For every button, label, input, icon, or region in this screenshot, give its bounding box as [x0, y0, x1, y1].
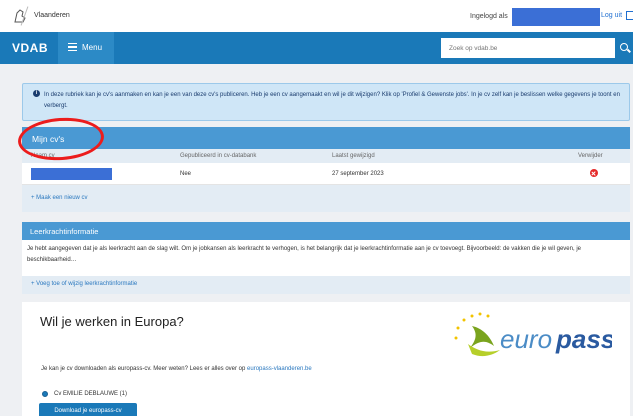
- published-value: Nee: [180, 171, 192, 177]
- cv-radio-button[interactable]: [42, 391, 48, 397]
- teacher-info-text: Je hebt aangegeven dat je als leerkracht…: [27, 246, 581, 263]
- modified-date: 27 september 2023: [332, 171, 384, 177]
- menu-button[interactable]: Menu: [58, 32, 114, 64]
- vdab-logo[interactable]: VDAB: [12, 41, 48, 55]
- edit-teacher-info-link[interactable]: + Voeg toe of wijzig leerkrachtinformati…: [31, 281, 137, 287]
- europass-logo: euro pass: [454, 312, 612, 357]
- delete-icon[interactable]: [590, 169, 598, 177]
- info-text: In deze rubriek kan je cv's aanmaken en …: [44, 92, 620, 109]
- info-box: i In deze rubriek kan je cv's aanmaken e…: [22, 83, 630, 121]
- search-icon[interactable]: [617, 38, 633, 58]
- table-row: Nee 27 september 2023: [22, 163, 630, 185]
- column-header-delete: Verwijder: [578, 153, 603, 159]
- my-cvs-panel: Mijn cv's Naam cv Gepubliceerd in cv-dat…: [22, 127, 630, 212]
- new-cv-link[interactable]: + Maak een nieuw cv: [31, 195, 88, 201]
- redacted-cv-name-link[interactable]: [31, 168, 112, 180]
- my-cvs-footer: + Maak een nieuw cv: [22, 185, 630, 212]
- teacher-info-footer: + Voeg toe of wijzig leerkrachtinformati…: [22, 276, 630, 294]
- cv-radio-label[interactable]: Cv EMILIE DEBLAUWE (1): [54, 391, 127, 397]
- logout-link[interactable]: Log uit: [601, 12, 622, 19]
- column-header-published: Gepubliceerd in cv-databank: [180, 153, 257, 159]
- download-europass-button[interactable]: Download je europass-cv: [39, 403, 137, 416]
- top-bar: Vlaanderen Ingelogd als Log uit: [0, 0, 633, 32]
- europass-star-icon: [454, 312, 500, 357]
- europass-text: Je kan je cv downloaden als europass-cv.…: [41, 366, 312, 372]
- teacher-info-panel: Leerkrachtinformatie Je hebt aangegeven …: [22, 222, 630, 294]
- europass-website-link[interactable]: europass-vlaanderen.be: [247, 366, 312, 372]
- hamburger-icon: [68, 43, 77, 51]
- europass-panel: Wil je werken in Europa? euro pass Je ka…: [22, 302, 630, 416]
- vlaanderen-brand[interactable]: Vlaanderen: [34, 12, 70, 19]
- search-input[interactable]: [441, 38, 615, 58]
- cv-table-header: Naam cv Gepubliceerd in cv-databank Laat…: [22, 149, 630, 163]
- column-header-modified: Laatst gewijzigd: [332, 153, 375, 159]
- teacher-info-title: Leerkrachtinformatie: [30, 227, 99, 236]
- menu-label: Menu: [82, 43, 103, 52]
- europass-logo-text-pass: pass: [555, 324, 612, 354]
- teacher-info-header: Leerkrachtinformatie: [22, 222, 630, 240]
- europass-heading: Wil je werken in Europa?: [40, 314, 184, 329]
- logged-in-label: Ingelogd als: [470, 13, 508, 20]
- my-cvs-header: Mijn cv's: [22, 127, 630, 149]
- logout-icon[interactable]: [626, 11, 633, 20]
- europass-logo-text-euro: euro: [500, 324, 552, 354]
- info-icon: i: [33, 90, 40, 97]
- europass-text-main: Je kan je cv downloaden als europass-cv.…: [41, 366, 248, 372]
- redacted-user-name: [512, 8, 600, 26]
